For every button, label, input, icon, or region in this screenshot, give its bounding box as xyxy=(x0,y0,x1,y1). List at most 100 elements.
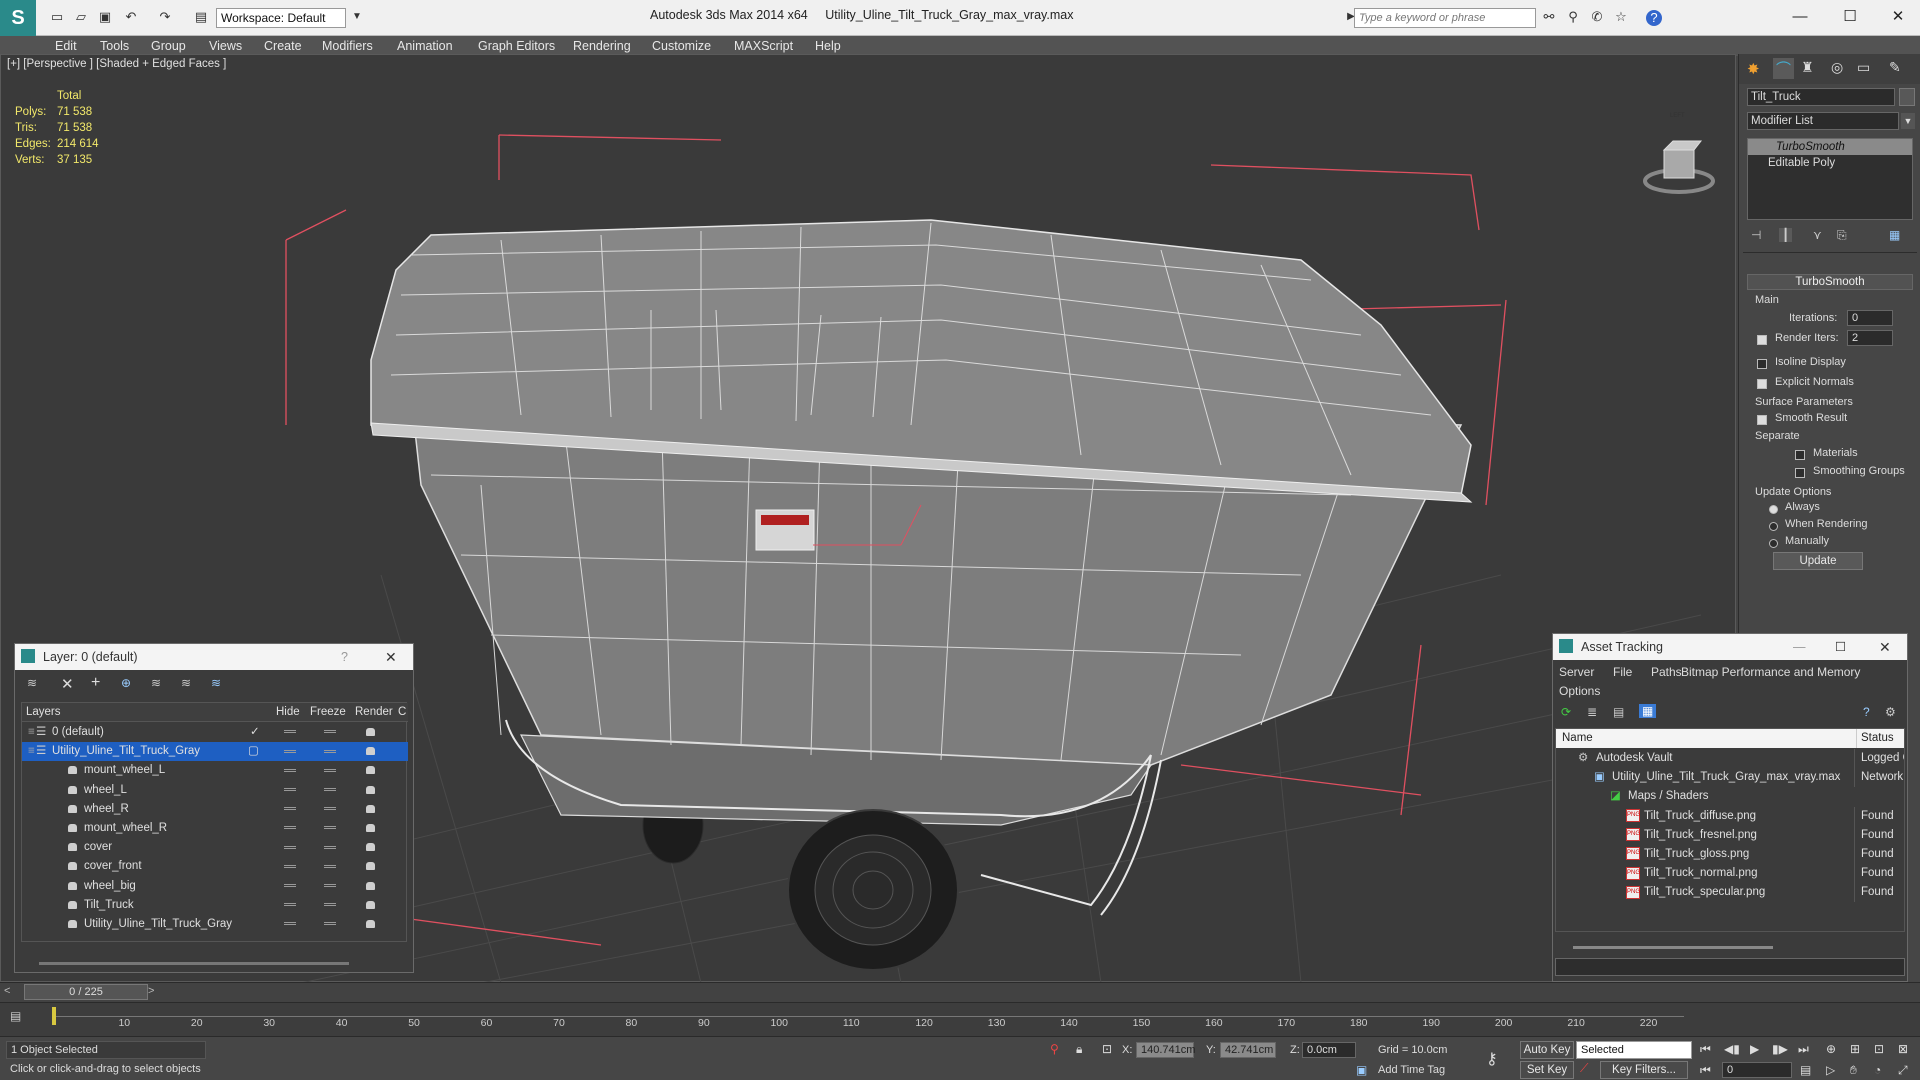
pin-stack-icon[interactable]: ⊣ xyxy=(1751,228,1761,242)
pan-icon[interactable]: ✋︎ xyxy=(1850,1063,1857,1078)
asset-row[interactable]: ▣ Utility_Uline_Tilt_Truck_Gray_max_vray.… xyxy=(1556,768,1904,788)
hierarchy-tab-icon[interactable]: ♜ xyxy=(1801,59,1814,76)
chevron-down-icon[interactable]: ▼ xyxy=(1901,113,1915,129)
render-teapot-icon[interactable] xyxy=(366,761,375,780)
time-slider[interactable]: < 0 / 225 > xyxy=(0,982,1920,1002)
object-name-field[interactable]: Tilt_Truck xyxy=(1747,88,1895,106)
freeze-toggle[interactable] xyxy=(324,877,336,896)
layer-row[interactable]: mount_wheel_L xyxy=(22,761,408,780)
communication-icon[interactable]: ✆ xyxy=(1588,8,1606,26)
menu-maxscript[interactable]: MAXScript xyxy=(734,39,793,53)
save-file-icon[interactable]: ▣ xyxy=(96,8,114,26)
utilities-tab-icon[interactable]: ✎ xyxy=(1889,59,1901,76)
set-key-icon[interactable]: ⟋ xyxy=(1580,1061,1588,1076)
grid-view-icon[interactable]: ▦ xyxy=(1639,704,1657,718)
time-config-icon[interactable]: ▤ xyxy=(1800,1063,1811,1077)
create-tab-icon[interactable]: ✸ xyxy=(1747,60,1760,78)
search-input[interactable]: Type a keyword or phrase xyxy=(1354,8,1536,28)
layer-scrollbar[interactable] xyxy=(39,962,349,965)
z-coordinate-field[interactable]: 0.0cm xyxy=(1302,1042,1356,1058)
render-teapot-icon[interactable] xyxy=(366,723,375,742)
freeze-toggle[interactable] xyxy=(324,819,336,838)
remove-modifier-icon[interactable]: ⎘ xyxy=(1837,228,1847,243)
help-icon[interactable]: ? xyxy=(1646,10,1662,26)
hide-toggle[interactable] xyxy=(284,877,296,896)
asset-path-field[interactable] xyxy=(1555,958,1905,976)
walk-through-icon[interactable]: ⤢ xyxy=(1898,1063,1908,1078)
zoom-icon[interactable]: ⊕ xyxy=(1826,1042,1836,1056)
freeze-toggle[interactable] xyxy=(324,838,336,857)
render-teapot-icon[interactable] xyxy=(366,742,375,761)
freeze-toggle[interactable] xyxy=(324,800,336,819)
maximize-icon[interactable]: ☐ xyxy=(1835,634,1846,660)
menu-group[interactable]: Group xyxy=(151,39,186,53)
isoline-checkbox[interactable] xyxy=(1757,356,1767,370)
asset-row[interactable]: PNG Tilt_Truck_specular.png Found xyxy=(1556,883,1904,903)
col-status[interactable]: Status xyxy=(1856,729,1894,748)
refresh-icon[interactable]: ⟳ xyxy=(1561,705,1571,719)
freeze-toggle[interactable] xyxy=(324,742,336,761)
y-coordinate-field[interactable]: 42.741cm xyxy=(1220,1042,1276,1058)
viewcube[interactable] xyxy=(1643,140,1715,194)
viewport-label[interactable]: [+] [Perspective ] [Shaded + Edged Faces… xyxy=(7,58,226,70)
lock-selection-icon[interactable]: 🔒︎ xyxy=(1076,1042,1082,1057)
menu-modifiers[interactable]: Modifiers xyxy=(322,39,373,53)
col-render[interactable]: Render xyxy=(355,703,393,722)
table-view-icon[interactable]: ▤ xyxy=(1613,705,1624,719)
col-freeze[interactable]: Freeze xyxy=(310,703,346,722)
render-teapot-icon[interactable] xyxy=(366,896,375,915)
close-icon[interactable]: ✕ xyxy=(385,644,397,670)
asset-row[interactable]: ⚙ Autodesk Vault Logged O xyxy=(1556,749,1904,768)
layer-row[interactable]: ≡ ☰ Utility_Uline_Tilt_Truck_Gray ▢ xyxy=(22,742,408,762)
maximize-button[interactable]: ☐ xyxy=(1830,4,1870,30)
freeze-toggle[interactable] xyxy=(324,896,336,915)
time-tag-icon[interactable]: ▣ xyxy=(1356,1063,1367,1077)
help-icon[interactable]: ? xyxy=(1863,705,1870,719)
chevron-down-icon[interactable]: ▼ xyxy=(348,8,366,26)
freeze-toggle[interactable] xyxy=(324,723,336,742)
binoculars-icon[interactable]: ⚯ xyxy=(1540,8,1558,26)
zoom-all-icon[interactable]: ⊞ xyxy=(1850,1042,1860,1056)
render-teapot-icon[interactable] xyxy=(366,819,375,838)
layer-expand-icon[interactable]: ≡ xyxy=(28,742,35,761)
freeze-toggle[interactable] xyxy=(324,857,336,876)
smoothing-groups-checkbox[interactable] xyxy=(1795,465,1805,479)
add-time-tag[interactable]: Add Time Tag xyxy=(1378,1064,1445,1076)
update-button[interactable]: Update xyxy=(1773,552,1863,570)
layer-expand-icon[interactable]: ≡ xyxy=(28,723,35,742)
layer-row[interactable]: cover xyxy=(22,838,408,857)
render-teapot-icon[interactable] xyxy=(366,857,375,876)
asset-row[interactable]: PNG Tilt_Truck_diffuse.png Found xyxy=(1556,806,1904,826)
render-teapot-icon[interactable] xyxy=(366,800,375,819)
selected-set-dropdown[interactable]: Selected xyxy=(1576,1041,1692,1059)
menu-options[interactable]: Options xyxy=(1559,684,1600,698)
layer-row[interactable]: cover_front xyxy=(22,857,408,876)
menu-graph-editors[interactable]: Graph Editors xyxy=(478,39,555,53)
menu-file[interactable]: File xyxy=(1613,665,1632,679)
freeze-toggle[interactable] xyxy=(324,781,336,800)
active-layer-check-icon[interactable]: ✓ xyxy=(250,723,260,742)
layer-hide-all-icon[interactable]: ≋ xyxy=(181,676,191,690)
prev-frame-icon[interactable]: < xyxy=(4,985,10,997)
menu-help[interactable]: Help xyxy=(815,39,841,53)
menu-server[interactable]: Server xyxy=(1559,665,1594,679)
display-tab-icon[interactable]: ▭ xyxy=(1857,59,1870,76)
iterations-spinner[interactable]: 0 xyxy=(1847,310,1893,326)
col-layers[interactable]: Layers xyxy=(26,703,61,722)
time-slider-thumb[interactable]: 0 / 225 xyxy=(24,984,148,1000)
asset-scrollbar[interactable] xyxy=(1573,946,1773,949)
key-filters-button[interactable]: Key Filters... xyxy=(1600,1061,1688,1079)
layer-row[interactable]: mount_wheel_R xyxy=(22,819,408,838)
new-file-icon[interactable]: ▭ xyxy=(48,8,66,26)
materials-checkbox[interactable] xyxy=(1795,447,1805,461)
menu-customize[interactable]: Customize xyxy=(652,39,711,53)
go-to-start-icon[interactable]: ⏮ xyxy=(1700,1042,1711,1057)
hide-toggle[interactable] xyxy=(284,857,296,876)
go-to-end-icon[interactable]: ⏭ xyxy=(1798,1042,1809,1057)
x-coordinate-field[interactable]: 140.741cm xyxy=(1136,1042,1195,1058)
freeze-toggle[interactable] xyxy=(324,761,336,780)
asset-row[interactable]: PNG Tilt_Truck_fresnel.png Found xyxy=(1556,825,1904,845)
layer-add-icon[interactable]: + xyxy=(91,674,100,692)
current-frame-marker[interactable] xyxy=(52,1007,56,1025)
freeze-toggle[interactable] xyxy=(324,915,336,934)
